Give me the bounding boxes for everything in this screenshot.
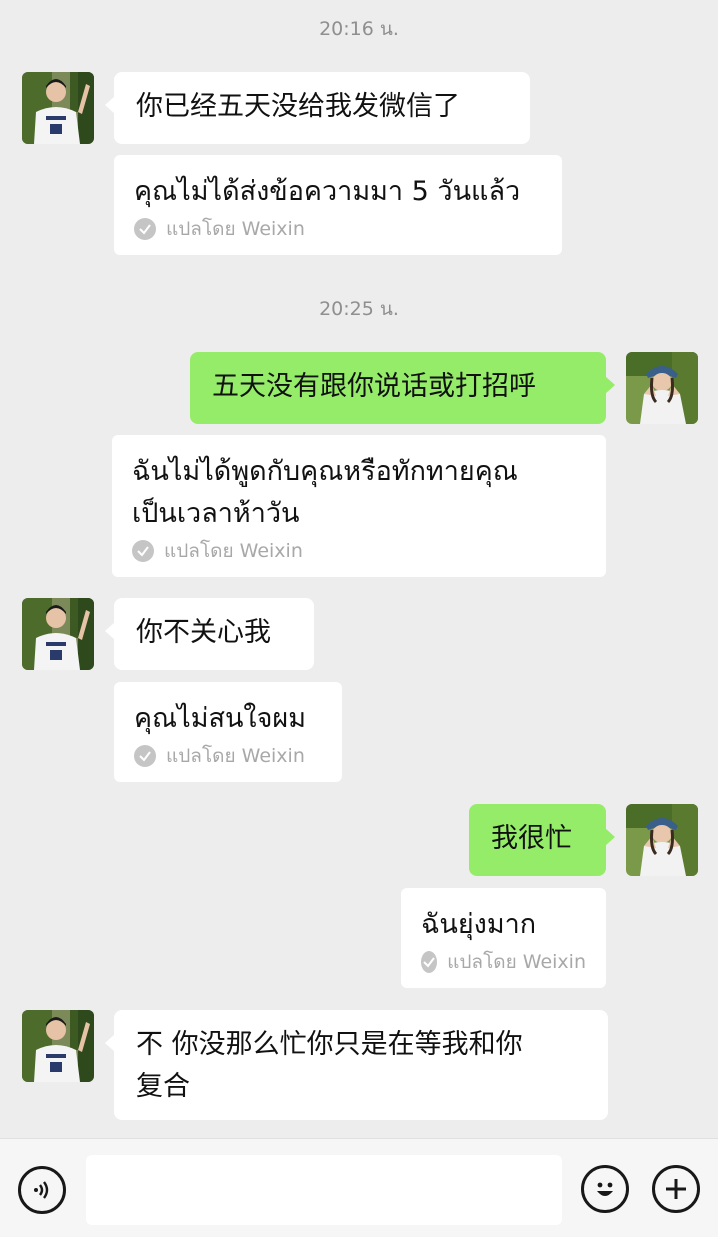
- voice-icon[interactable]: [18, 1166, 66, 1214]
- message-bubble[interactable]: 不 你没那么忙你只是在等我和你 复合: [105, 1010, 608, 1120]
- translated-by-text: แปลโดย Weixin: [447, 951, 586, 973]
- chat-input-bar: [0, 1138, 718, 1237]
- message-input[interactable]: [86, 1155, 562, 1225]
- translation-card[interactable]: ฉันยุ่งมาก แปลโดย Weixin: [401, 888, 606, 988]
- translation-text: ฉันยุ่งมาก: [421, 909, 537, 940]
- check-icon: [134, 745, 156, 767]
- timestamp: 20:25 น.: [319, 298, 399, 320]
- message-bubble[interactable]: 五天没有跟你说话或打招呼: [190, 352, 615, 424]
- translation-card[interactable]: คุณไม่สนใจผม แปลโดย Weixin: [114, 682, 342, 782]
- translated-by-text: แปลโดย Weixin: [166, 218, 305, 240]
- message-bubble[interactable]: 你不关心我: [105, 598, 314, 670]
- translation-text-line: ฉันไม่ได้พูดกับคุณหรือทักทายคุณ: [132, 456, 518, 487]
- my-avatar[interactable]: [626, 804, 698, 876]
- message-bubble[interactable]: 我很忙: [469, 804, 615, 876]
- contact-avatar[interactable]: [22, 598, 94, 670]
- my-avatar[interactable]: [626, 352, 698, 424]
- translated-by-text: แปลโดย Weixin: [166, 745, 305, 767]
- plus-icon[interactable]: [652, 1165, 700, 1213]
- timestamp: 20:16 น.: [319, 18, 399, 40]
- translated-by-label: แปลโดย Weixin: [134, 217, 542, 241]
- translation-text: คุณไม่สนใจผม: [134, 703, 307, 734]
- message-text-line: 复合: [136, 1071, 190, 1102]
- check-icon: [134, 218, 156, 240]
- translated-by-label: แปลโดย Weixin: [134, 744, 322, 768]
- translated-by-label: แปลโดย Weixin: [421, 950, 586, 974]
- translation-card[interactable]: คุณไม่ได้ส่งข้อความมา 5 วันแล้ว แปลโดย W…: [114, 155, 562, 255]
- message-bubble[interactable]: 你已经五天没给我发微信了: [105, 72, 530, 144]
- contact-avatar[interactable]: [22, 72, 94, 144]
- message-text-line: 不 你没那么忙你只是在等我和你: [136, 1029, 523, 1060]
- translation-text-line: เป็นเวลาห้าวัน: [132, 498, 300, 529]
- emoji-icon[interactable]: [581, 1165, 629, 1213]
- translation-text: คุณไม่ได้ส่งข้อความมา 5 วันแล้ว: [134, 176, 521, 207]
- check-icon: [421, 951, 438, 973]
- contact-avatar[interactable]: [22, 1010, 94, 1082]
- translated-by-text: แปลโดย Weixin: [164, 540, 303, 562]
- translated-by-label: แปลโดย Weixin: [132, 539, 586, 563]
- check-icon: [132, 540, 154, 562]
- translation-card[interactable]: ฉันไม่ได้พูดกับคุณหรือทักทายคุณ เป็นเวลา…: [112, 435, 606, 577]
